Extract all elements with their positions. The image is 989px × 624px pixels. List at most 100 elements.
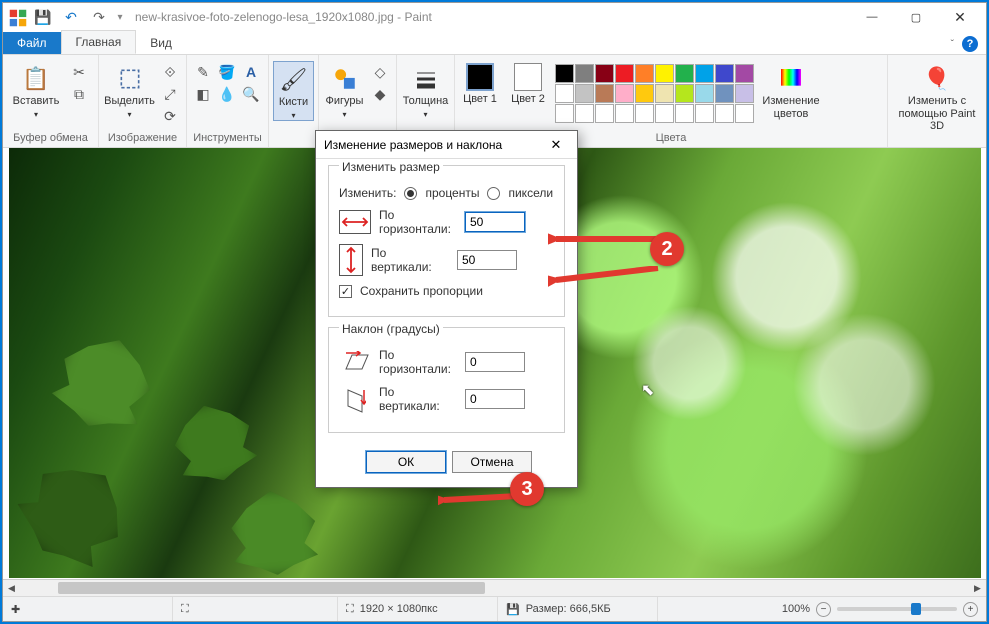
palette-cell[interactable]: [675, 64, 694, 83]
palette-cell[interactable]: [675, 84, 694, 103]
rotate-icon[interactable]: ⟳: [158, 105, 182, 127]
dialog-close-button[interactable]: ✕: [543, 134, 569, 156]
resize-horizontal-input[interactable]: [465, 212, 525, 232]
file-tab[interactable]: Файл: [3, 32, 61, 54]
palette-cell[interactable]: [595, 64, 614, 83]
palette-cell-empty[interactable]: [555, 104, 574, 123]
palette-cell[interactable]: [555, 84, 574, 103]
select-button[interactable]: Выделить ▾: [103, 61, 156, 119]
undo-icon[interactable]: ↶: [59, 5, 83, 29]
image-group: Выделить ▾ ⟐ ⤢ ⟳ Изображение: [99, 55, 187, 147]
size-label: Толщина: [403, 95, 449, 108]
color1-swatch: [466, 63, 494, 91]
skew-v-label: По вертикали:: [379, 385, 457, 413]
minimize-button[interactable]: —: [850, 3, 894, 31]
palette-cell[interactable]: [695, 64, 714, 83]
shapes-button[interactable]: Фигуры ▾: [323, 61, 366, 119]
resize-by-label: Изменить:: [339, 186, 396, 200]
close-button[interactable]: ✕: [938, 3, 982, 31]
percent-label: проценты: [425, 186, 479, 200]
pixels-radio[interactable]: [487, 187, 500, 200]
annotation-arrow-2b: [548, 266, 668, 294]
palette-cell[interactable]: [635, 64, 654, 83]
palette-cell[interactable]: [715, 64, 734, 83]
color2-swatch: [514, 63, 542, 91]
redo-icon[interactable]: ↷: [87, 5, 111, 29]
color1-button[interactable]: Цвет 1: [459, 61, 501, 105]
cancel-button[interactable]: Отмена: [452, 451, 532, 473]
zoom-in-button[interactable]: +: [963, 602, 978, 617]
palette-cell[interactable]: [575, 64, 594, 83]
help-icon[interactable]: ?: [962, 36, 978, 52]
qat-dropdown-icon[interactable]: ▾: [115, 12, 125, 23]
resize-v-label: По вертикали:: [371, 246, 449, 274]
size-button[interactable]: Толщина ▾: [401, 61, 450, 119]
edit-colors-button[interactable]: Изменение цветов: [760, 61, 822, 120]
brushes-button[interactable]: 🖌 Кисти ▾: [273, 61, 314, 121]
scroll-left-icon[interactable]: ◀: [3, 580, 20, 596]
copy-icon[interactable]: ⧉: [67, 83, 91, 105]
resize-horizontal-icon: [339, 210, 371, 234]
skew-horizontal-input[interactable]: [465, 352, 525, 372]
skew-vertical-input[interactable]: [465, 389, 525, 409]
dialog-title: Изменение размеров и наклона: [324, 138, 502, 152]
zoom-out-button[interactable]: −: [816, 602, 831, 617]
palette-cell[interactable]: [715, 84, 734, 103]
paste-button[interactable]: 📋 Вставить ▾: [7, 61, 65, 119]
color-picker-icon[interactable]: 💧: [215, 83, 239, 105]
palette-cell-empty[interactable]: [735, 104, 754, 123]
palette-cell[interactable]: [615, 64, 634, 83]
select-label: Выделить: [104, 95, 155, 108]
ok-button[interactable]: ОК: [366, 451, 446, 473]
ribbon-collapse-icon[interactable]: ˇ: [951, 39, 954, 50]
palette-cell-empty[interactable]: [655, 104, 674, 123]
palette-cell-empty[interactable]: [715, 104, 734, 123]
percent-radio[interactable]: [404, 187, 417, 200]
crop-icon[interactable]: ⟐: [158, 61, 182, 83]
palette-cell[interactable]: [555, 64, 574, 83]
palette-cell[interactable]: [575, 84, 594, 103]
shapes-icon: [329, 63, 361, 95]
view-tab[interactable]: Вид: [136, 32, 186, 54]
palette-cell[interactable]: [735, 84, 754, 103]
palette-cell-empty[interactable]: [575, 104, 594, 123]
palette-cell[interactable]: [695, 84, 714, 103]
app-icon: [7, 7, 27, 27]
resize-vertical-input[interactable]: [457, 250, 517, 270]
annotation-badge-2: 2: [650, 232, 684, 266]
cut-icon[interactable]: ✂: [67, 61, 91, 83]
magnifier-icon[interactable]: 🔍: [239, 83, 263, 105]
maximize-button[interactable]: ▢: [894, 3, 938, 31]
shape-fill-icon[interactable]: ◆: [368, 83, 392, 105]
palette-cell-empty[interactable]: [675, 104, 694, 123]
save-icon[interactable]: 💾: [31, 5, 55, 29]
file-size: Размер: 666,5КБ: [526, 603, 611, 615]
palette-cell[interactable]: [595, 84, 614, 103]
eraser-icon[interactable]: ◧: [191, 83, 215, 105]
palette-cell[interactable]: [655, 64, 674, 83]
aspect-ratio-checkbox[interactable]: ✓: [339, 285, 352, 298]
zoom-slider[interactable]: [837, 607, 957, 611]
pencil-icon[interactable]: ✎: [191, 61, 215, 83]
fill-icon[interactable]: 🪣: [215, 61, 239, 83]
text-icon[interactable]: A: [239, 61, 263, 83]
resize-icon[interactable]: ⤢: [158, 83, 182, 105]
paint3d-button[interactable]: 🎈 Изменить с помощью Paint 3D: [892, 61, 982, 133]
horizontal-scrollbar[interactable]: ◀ ▶: [3, 579, 986, 596]
palette-cell-empty[interactable]: [635, 104, 654, 123]
shape-outline-icon[interactable]: ◇: [368, 61, 392, 83]
color2-button[interactable]: Цвет 2: [507, 61, 549, 105]
palette-cell[interactable]: [735, 64, 754, 83]
palette-cell-empty[interactable]: [695, 104, 714, 123]
palette-cell-empty[interactable]: [615, 104, 634, 123]
palette-cell-empty[interactable]: [595, 104, 614, 123]
home-tab[interactable]: Главная: [61, 30, 137, 54]
zoom-value: 100%: [782, 603, 810, 615]
palette-cell[interactable]: [655, 84, 674, 103]
palette-cell[interactable]: [615, 84, 634, 103]
select-icon: [114, 63, 146, 95]
scroll-thumb[interactable]: [58, 582, 485, 594]
palette-cell[interactable]: [635, 84, 654, 103]
skew-fieldset: Наклон (градусы) По горизонтали: По верт…: [328, 327, 565, 433]
scroll-right-icon[interactable]: ▶: [969, 580, 986, 596]
